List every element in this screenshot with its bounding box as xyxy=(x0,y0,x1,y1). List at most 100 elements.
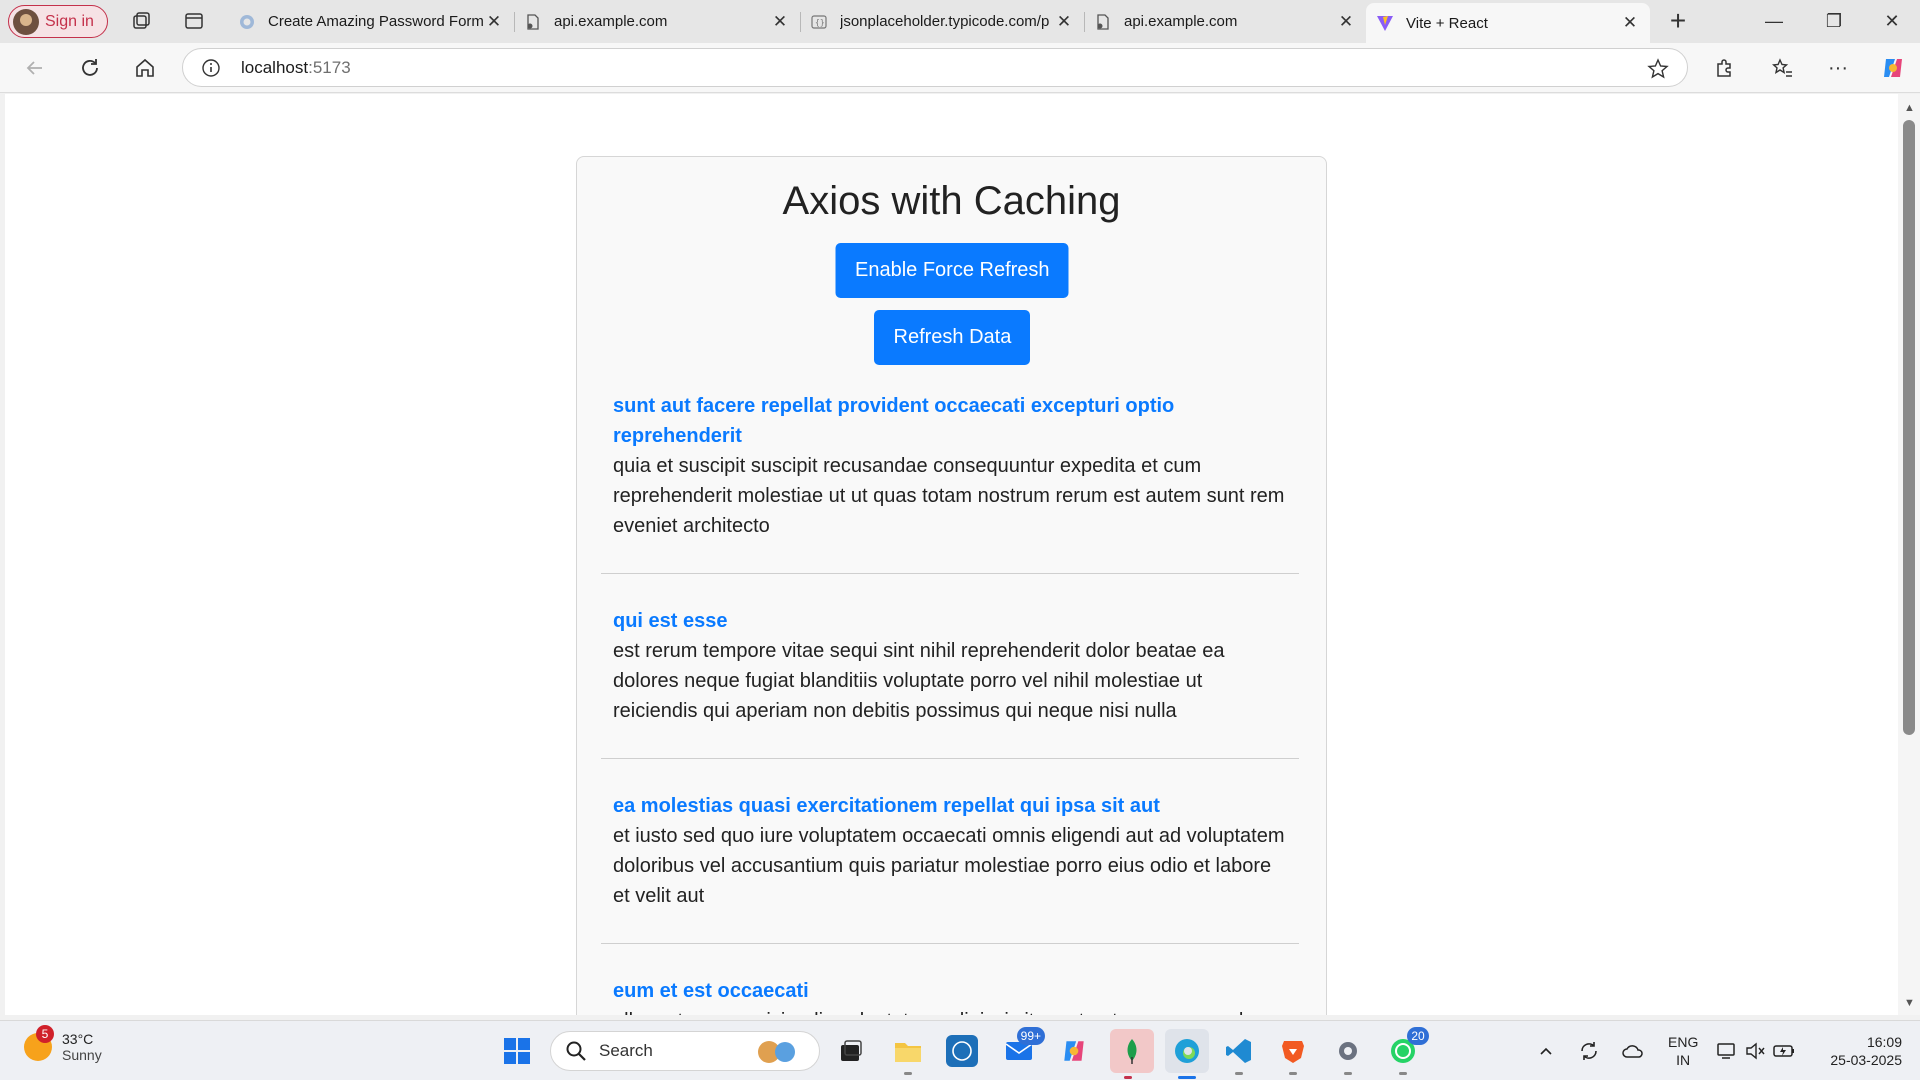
vertical-tabs-icon[interactable] xyxy=(183,10,205,32)
page-icon xyxy=(1097,13,1109,30)
page-viewport: Axios with Caching Enable Force Refresh … xyxy=(5,94,1898,1015)
tray-overflow-button[interactable] xyxy=(1534,1033,1558,1069)
leaf-icon xyxy=(1127,1039,1137,1064)
running-indicator xyxy=(1399,1072,1407,1075)
sun-icon: 5 xyxy=(24,1025,54,1061)
force-refresh-button[interactable]: Enable Force Refresh xyxy=(835,243,1068,298)
region-code: IN xyxy=(1676,1052,1691,1068)
post-item: qui est esse est rerum tempore vitae seq… xyxy=(601,606,1299,759)
battery-tray-button[interactable] xyxy=(1770,1033,1798,1069)
mail-app-button[interactable]: 99+ xyxy=(1001,1027,1045,1069)
close-icon[interactable]: ✕ xyxy=(484,12,504,32)
post-body: et iusto sed quo iure voluptatem occaeca… xyxy=(613,825,1285,907)
info-icon[interactable] xyxy=(201,58,221,78)
taskbar-search[interactable]: Search xyxy=(550,1031,820,1071)
favorite-star-icon[interactable] xyxy=(1647,58,1669,80)
divider xyxy=(601,573,1299,574)
search-label: Search xyxy=(599,1041,653,1060)
post-title: sunt aut facere repellat provident occae… xyxy=(613,395,1175,447)
window-close-button[interactable]: ✕ xyxy=(1864,0,1920,43)
close-icon[interactable]: ✕ xyxy=(1620,13,1640,33)
whatsapp-button[interactable]: 20 xyxy=(1385,1027,1429,1075)
running-indicator xyxy=(1344,1072,1352,1075)
app-card: Axios with Caching Enable Force Refresh … xyxy=(576,156,1327,1015)
edge-app-button[interactable] xyxy=(1165,1029,1209,1079)
reload-icon xyxy=(82,59,98,76)
json-icon: {} xyxy=(811,14,827,29)
running-indicator xyxy=(1124,1076,1132,1079)
close-icon[interactable]: ✕ xyxy=(770,12,790,32)
refresh-data-button[interactable]: Refresh Data xyxy=(873,310,1030,365)
vertical-scrollbar[interactable]: ▲ ▼ xyxy=(1898,94,1920,1015)
close-icon[interactable]: ✕ xyxy=(1054,12,1074,32)
dell-logo-icon xyxy=(952,1041,972,1061)
back-arrow-icon xyxy=(26,61,42,75)
page-title: Axios with Caching xyxy=(782,179,1121,223)
tab-password-form[interactable]: Create Amazing Password Form ✕ xyxy=(228,3,515,40)
back-button[interactable] xyxy=(20,53,50,83)
tab-jsonplaceholder[interactable]: {} jsonplaceholder.typicode.com/p ✕ xyxy=(800,3,1085,40)
scroll-up-arrow-icon[interactable]: ▲ xyxy=(1904,102,1915,114)
time: 16:09 xyxy=(1866,1034,1902,1050)
active-indicator xyxy=(1178,1076,1196,1079)
tab-vite-react[interactable]: Vite + React ✕ xyxy=(1366,3,1650,43)
running-indicator xyxy=(1289,1072,1297,1075)
tab-title: api.example.com xyxy=(554,13,668,30)
edge-icon xyxy=(1175,1039,1199,1063)
sync-tray-button[interactable] xyxy=(1575,1033,1603,1069)
workspaces-icon[interactable] xyxy=(130,10,152,32)
sign-in-button[interactable]: Sign in xyxy=(8,5,108,38)
battery-charging-icon xyxy=(1773,1045,1794,1057)
volume-tray-button[interactable] xyxy=(1741,1033,1769,1069)
reload-button[interactable] xyxy=(75,53,105,83)
cloud-tray-button[interactable] xyxy=(1619,1033,1647,1069)
search-highlight-icon xyxy=(758,1041,795,1063)
weather-widget[interactable]: 5 33°C Sunny xyxy=(24,1025,102,1063)
whatsapp-badge: 20 xyxy=(1407,1027,1429,1045)
home-icon xyxy=(136,58,154,77)
vscode-button[interactable] xyxy=(1221,1033,1257,1075)
post-item: sunt aut facere repellat provident occae… xyxy=(601,391,1299,574)
address-bar[interactable]: localhost:5173 xyxy=(182,48,1688,87)
brave-button[interactable] xyxy=(1275,1033,1311,1075)
post-title: qui est esse xyxy=(613,610,728,632)
sync-icon xyxy=(1581,1042,1597,1060)
new-tab-button[interactable]: + xyxy=(1662,6,1694,38)
post-item: ea molestias quasi exercitationem repell… xyxy=(601,791,1299,944)
running-indicator xyxy=(1235,1072,1243,1075)
scrollbar-thumb[interactable] xyxy=(1903,120,1915,735)
mongodb-compass-button[interactable] xyxy=(1110,1029,1154,1079)
avatar xyxy=(13,8,39,35)
scroll-down-arrow-icon[interactable]: ▼ xyxy=(1904,997,1915,1009)
home-button[interactable] xyxy=(130,53,160,83)
post-item: eum et est occaecati ullam et saepe reic… xyxy=(601,976,1299,1015)
dell-app-button[interactable] xyxy=(946,1035,978,1067)
sign-in-label: Sign in xyxy=(45,12,94,30)
network-tray-button[interactable] xyxy=(1713,1033,1741,1069)
tab-api-example-2[interactable]: api.example.com ✕ xyxy=(1084,3,1366,40)
settings-button[interactable] xyxy=(1330,1033,1366,1075)
close-icon[interactable]: ✕ xyxy=(1336,12,1356,32)
language-indicator[interactable]: ENG IN xyxy=(1668,1033,1698,1069)
task-view-button[interactable] xyxy=(833,1033,869,1069)
page-icon xyxy=(527,13,539,30)
minimize-button[interactable]: — xyxy=(1746,0,1802,43)
copilot-app-button[interactable] xyxy=(1056,1033,1092,1069)
post-list: sunt aut facere repellat provident occae… xyxy=(601,391,1299,1015)
language-code: ENG xyxy=(1668,1034,1699,1050)
tab-api-example-1[interactable]: api.example.com ✕ xyxy=(514,3,801,40)
restore-button[interactable]: ❐ xyxy=(1806,0,1862,43)
favorites-button[interactable] xyxy=(1768,53,1798,83)
system-clock[interactable]: 16:09 25-03-2025 xyxy=(1810,1033,1902,1069)
post-body: ullam et saepe reiciendis voluptatem adi… xyxy=(613,1006,1287,1015)
puzzle-icon xyxy=(1717,59,1731,77)
start-button[interactable] xyxy=(499,1033,535,1069)
file-explorer-button[interactable] xyxy=(890,1033,926,1075)
more-menu-button[interactable]: ··· xyxy=(1823,53,1853,83)
date: 25-03-2025 xyxy=(1830,1052,1902,1068)
taskbar: 5 33°C Sunny Search 99+ 20 ENG IN 16:09 … xyxy=(0,1020,1920,1080)
task-view-icon xyxy=(841,1040,862,1061)
copilot-button[interactable] xyxy=(1878,53,1908,83)
extensions-button[interactable] xyxy=(1710,53,1740,83)
tab-strip: Sign in Create Amazing Password Form ✕ a… xyxy=(0,0,1920,43)
